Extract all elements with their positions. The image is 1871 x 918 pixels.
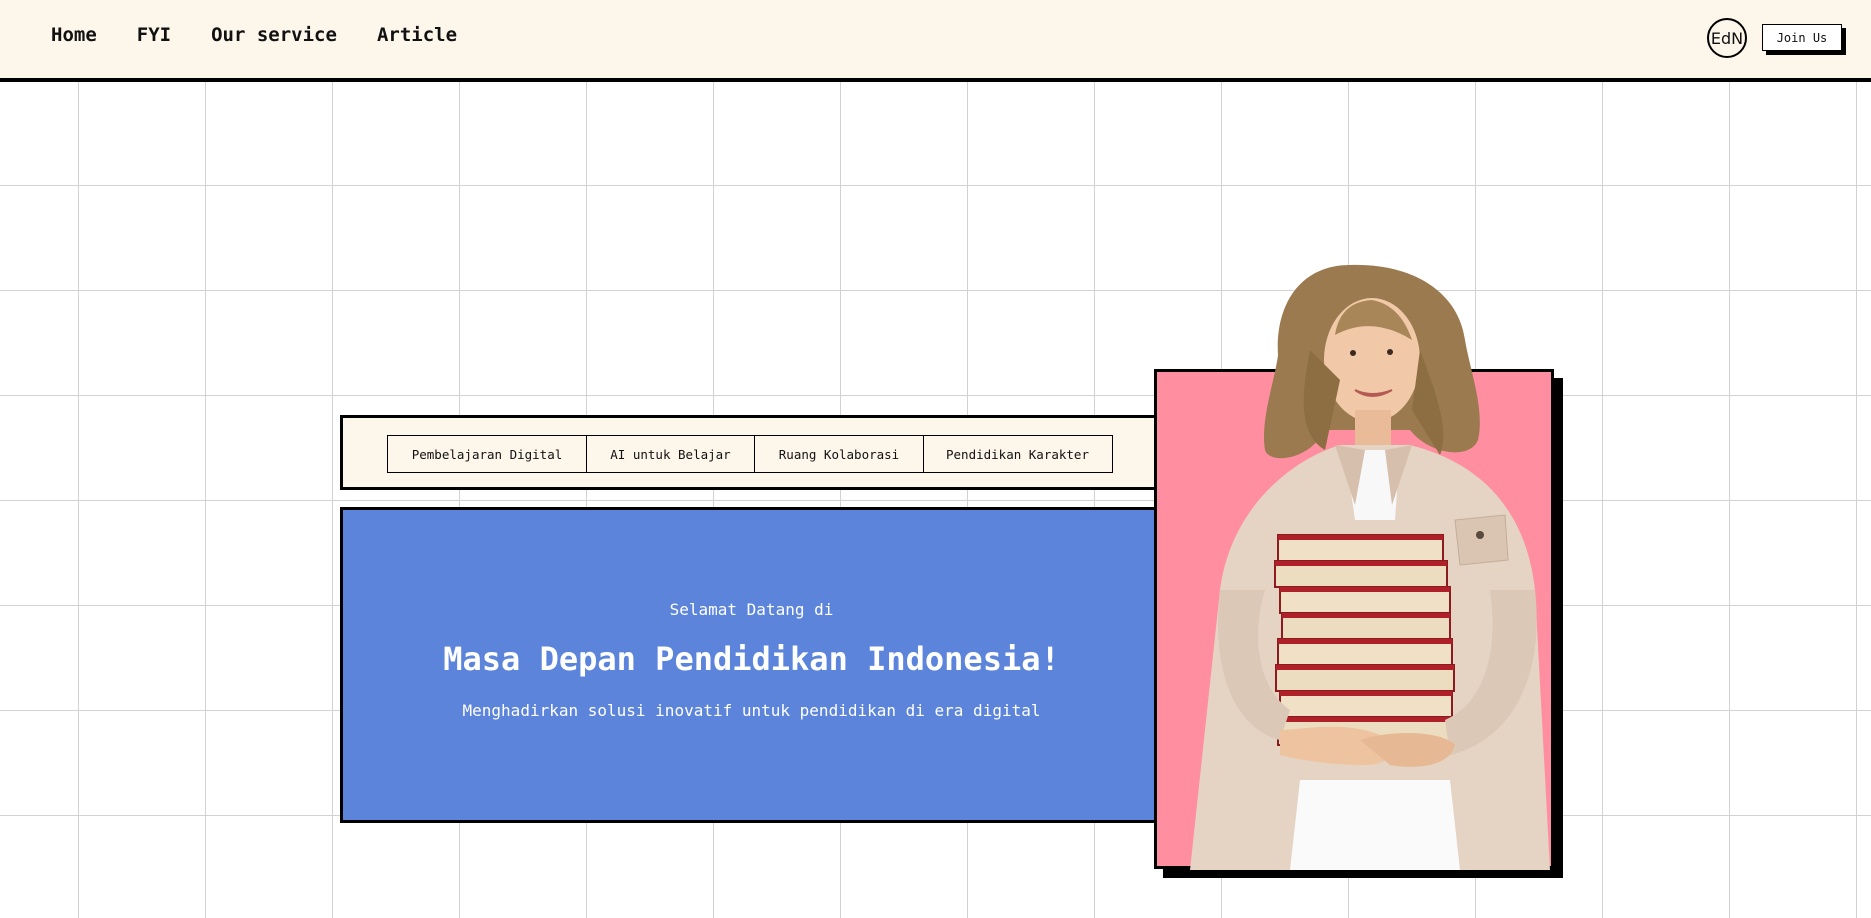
nav-link-fyi[interactable]: FYI	[137, 24, 171, 46]
topic-tag-strip: Pembelajaran Digital AI untuk Belajar Ru…	[340, 415, 1160, 490]
nav-link-our-service[interactable]: Our service	[211, 24, 337, 46]
tag-ai-untuk-belajar[interactable]: AI untuk Belajar	[585, 435, 756, 473]
hero-subtitle: Menghadirkan solusi inovatif untuk pendi…	[462, 701, 1041, 720]
tag-pendidikan-karakter[interactable]: Pendidikan Karakter	[922, 435, 1113, 473]
top-navigation-bar: Home FYI Our service Article EdN Join Us	[0, 0, 1871, 82]
join-us-button[interactable]: Join Us	[1762, 24, 1842, 51]
tag-pembelajaran-digital[interactable]: Pembelajaran Digital	[387, 435, 587, 473]
edn-logo-icon[interactable]: EdN	[1707, 18, 1747, 58]
hero-kicker: Selamat Datang di	[669, 600, 834, 619]
nav-link-article[interactable]: Article	[377, 24, 457, 46]
student-with-books-photo	[1190, 264, 1550, 870]
nav-links: Home FYI Our service Article	[51, 24, 497, 46]
hero-title: Masa Depan Pendidikan Indonesia!	[443, 640, 1060, 678]
nav-link-home[interactable]: Home	[51, 24, 97, 46]
hero-banner: Selamat Datang di Masa Depan Pendidikan …	[340, 507, 1160, 823]
tag-ruang-kolaborasi[interactable]: Ruang Kolaborasi	[754, 435, 924, 473]
topic-tags: Pembelajaran Digital AI untuk Belajar Ru…	[387, 435, 1113, 473]
